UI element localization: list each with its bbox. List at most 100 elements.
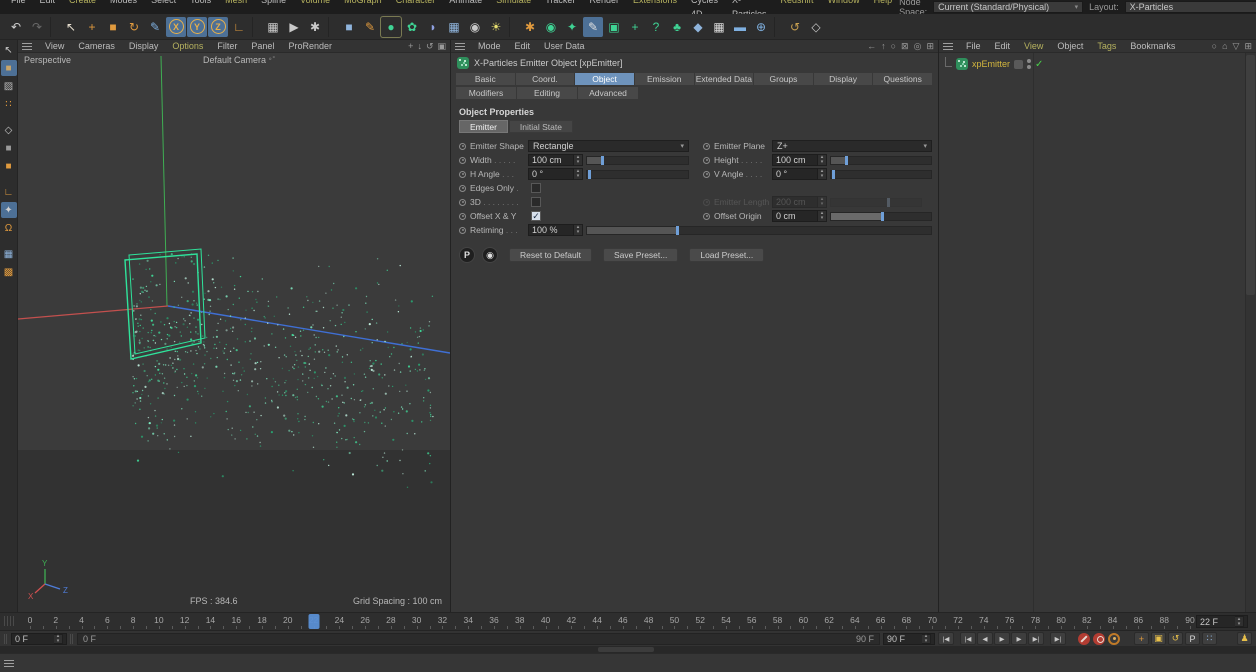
h-angle-input[interactable]: 0 ° (528, 168, 574, 180)
move-tool-icon[interactable]: + (82, 17, 102, 37)
width-input[interactable]: 100 cm (528, 154, 574, 166)
object-manager-scrollbar[interactable] (1245, 53, 1256, 612)
animate-dot-icon[interactable] (459, 142, 466, 150)
tab-extended-data[interactable]: Extended Data (694, 73, 754, 85)
layout-select[interactable]: X-Particles ▾ (1124, 1, 1256, 13)
animate-dot-icon[interactable] (459, 198, 466, 206)
3d-checkbox[interactable] (531, 197, 541, 207)
goto-end-button[interactable]: ▶| (1050, 632, 1066, 645)
goto-prev-key-button[interactable]: |◀ (960, 632, 976, 645)
animate-dot-icon[interactable] (459, 184, 466, 192)
search-icon[interactable]: ○ (1212, 41, 1217, 52)
animate-dot-icon[interactable] (459, 226, 466, 234)
model-mode-icon[interactable]: ■ (0, 60, 17, 76)
rotate-tool-icon[interactable]: ↻ (124, 17, 144, 37)
keyframe-position-toggle[interactable]: + (1134, 632, 1149, 645)
snap-mode-icon[interactable]: ✦ (0, 202, 17, 218)
add-panel-icon[interactable]: ⊞ (1244, 41, 1252, 52)
save-preset--button[interactable]: Save Preset... (602, 248, 679, 262)
psr-reset-icon[interactable]: ↺ (785, 17, 805, 37)
xp-question-icon[interactable]: ? (646, 17, 666, 37)
prev-frame-button[interactable]: ◀ (977, 632, 993, 645)
coord-system-icon[interactable]: ∟ (229, 17, 249, 37)
goto-start-button[interactable]: |◀ (938, 632, 954, 645)
xp-cache-icon[interactable]: ▦ (709, 17, 729, 37)
viewport-menu-panel[interactable]: Panel (244, 39, 281, 53)
retiming-input[interactable]: 100 % (528, 224, 574, 236)
sketch-tool-icon[interactable]: ✎ (145, 17, 165, 37)
viewport-menu-view[interactable]: View (38, 39, 71, 53)
status-menu-icon[interactable] (4, 659, 14, 667)
object-manager-menu-file[interactable]: File (959, 39, 988, 53)
rotate-view-icon[interactable]: ↺ (426, 41, 434, 52)
xp-sub-icon[interactable]: ▬ (730, 17, 750, 37)
move-view-icon[interactable]: + (408, 41, 413, 52)
autokey-button[interactable] (1093, 632, 1105, 645)
xp-system-icon[interactable]: ✱ (520, 17, 540, 37)
viewport-menu-options[interactable]: Options (165, 39, 210, 53)
workplane-mode-icon[interactable]: ∷ (1, 96, 17, 112)
object-manager-menu-edit[interactable]: Edit (988, 39, 1018, 53)
object-manager-menu-bookmarks[interactable]: Bookmarks (1123, 39, 1182, 53)
horizontal-splitter[interactable] (0, 646, 1256, 653)
animate-dot-icon[interactable] (703, 170, 710, 178)
keyframe-selection-button[interactable] (1108, 632, 1120, 645)
edges-mode-icon[interactable]: ■ (1, 140, 17, 156)
xp-modifier-icon[interactable]: + (625, 17, 645, 37)
up-icon[interactable]: ↑ (881, 41, 886, 52)
animate-dot-icon[interactable] (459, 212, 466, 220)
render-view-icon[interactable]: ▦ (263, 17, 283, 37)
edges-only-checkbox[interactable] (531, 183, 541, 193)
tab-basic[interactable]: Basic (456, 73, 515, 85)
attribute-menu-icon[interactable] (455, 42, 465, 50)
animate-dot-icon[interactable] (703, 142, 710, 150)
tab-questions[interactable]: Questions (873, 73, 932, 85)
viewport-canvas[interactable]: Perspective Default Camera ∘° Y X Z FPS : … (18, 53, 450, 612)
emitter-plane-select[interactable]: Z+ ▾ (772, 140, 932, 152)
magnet-snap-icon[interactable]: Ω (1, 220, 17, 236)
width-slider[interactable] (586, 155, 689, 165)
height-spinner[interactable]: ▴ ▾ (818, 154, 827, 166)
h-angle-spinner[interactable]: ▴ ▾ (574, 168, 583, 180)
load-preset--button[interactable]: Load Preset... (689, 248, 765, 262)
camera-settings-icon[interactable]: ∘° (268, 55, 275, 65)
offset-origin-input[interactable]: 0 cm (772, 210, 818, 222)
render-settings-icon[interactable]: ✱ (305, 17, 325, 37)
subtab-initial-state[interactable]: Initial State (508, 120, 573, 133)
tab-display[interactable]: Display (813, 73, 873, 85)
light-icon[interactable]: ☀ (486, 17, 506, 37)
enabled-checkmark-icon[interactable]: ✓ (1035, 59, 1043, 70)
axis-y-lock-icon[interactable]: Y (187, 16, 207, 37)
v-angle-spinner[interactable]: ▴ ▾ (818, 168, 827, 180)
viewport-view-label[interactable]: Perspective (24, 55, 71, 65)
object-row-xpemitter[interactable]: xpEmitter ✓ (939, 53, 1256, 71)
tab-modifiers[interactable]: Modifiers (456, 87, 516, 99)
redo-icon[interactable]: ↷ (27, 17, 47, 37)
transport-grip[interactable] (4, 633, 8, 644)
tab-coord-[interactable]: Coord. (515, 73, 575, 85)
keyframe-rotation-toggle[interactable]: ↺ (1168, 632, 1183, 645)
new-panel-icon[interactable]: ⊞ (926, 41, 934, 52)
animate-dot-icon[interactable] (459, 156, 466, 164)
retiming-spinner[interactable]: ▴ ▾ (574, 224, 583, 236)
search-icon[interactable]: ○ (891, 41, 896, 52)
next-frame-button[interactable]: ▶ (1011, 632, 1027, 645)
object-manager-menu-object[interactable]: Object (1050, 39, 1090, 53)
record-object-icon[interactable]: ◉ (482, 247, 498, 263)
xp-particle-group-icon[interactable]: ◉ (541, 17, 561, 37)
tab-advanced[interactable]: Advanced (578, 87, 638, 99)
point-level-animation-button[interactable]: ∷ (1202, 632, 1217, 645)
back-icon[interactable]: ← (867, 41, 876, 52)
timeline-grip[interactable] (4, 616, 14, 626)
animate-dot-icon[interactable] (703, 212, 710, 220)
add-cube-icon[interactable]: ■ (339, 17, 359, 37)
render-picture-viewer-icon[interactable]: ▶ (284, 17, 304, 37)
parameter-mode-button[interactable]: P (1185, 632, 1200, 645)
current-frame-spinner[interactable]: ▴ ▾ (1235, 616, 1244, 627)
height-slider[interactable] (830, 155, 932, 165)
lock-workplane-icon[interactable]: ▩ (1, 264, 17, 280)
h-angle-slider[interactable] (586, 169, 689, 179)
deformer-icon[interactable]: ◗ (423, 17, 443, 37)
xp-emitter-icon[interactable]: ● (380, 15, 402, 38)
attribute-menu-user-data[interactable]: User Data (537, 39, 592, 53)
